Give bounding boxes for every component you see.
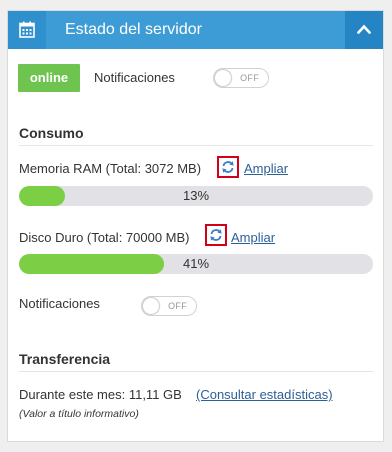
toggle-off-label: OFF [240, 73, 259, 83]
transferencia-divider [19, 371, 373, 372]
notifications-label: Notificaciones [94, 70, 175, 85]
disk-label: Disco Duro (Total: 70000 MB) [19, 230, 190, 245]
disk-progress-bar: 41% [19, 254, 373, 274]
panel-title: Estado del servidor [65, 21, 202, 38]
disk-percent: 41% [182, 256, 210, 271]
transferencia-heading: Transferencia [19, 351, 111, 367]
ram-ampliar-link[interactable]: Ampliar [244, 161, 288, 176]
stats-link[interactable]: (Consultar estadísticas) [196, 387, 333, 402]
collapse-button[interactable] [345, 11, 383, 49]
ram-label: Memoria RAM (Total: 3072 MB) [19, 161, 202, 176]
toggle-knob [215, 70, 231, 86]
server-status-panel: Estado del servidor online Notificacione… [7, 10, 384, 442]
panel-header: Estado del servidor [8, 11, 383, 49]
notifications-toggle[interactable]: OFF [213, 68, 269, 88]
ram-refresh-icon[interactable] [217, 156, 239, 178]
consumo-heading: Consumo [19, 125, 84, 141]
online-status-badge[interactable]: online [18, 64, 80, 92]
chevron-up-icon [357, 24, 371, 34]
consumo-notifications-label: Notificaciones [19, 296, 100, 311]
informative-note: (Valor a título informativo) [19, 408, 139, 420]
calendar-icon [8, 11, 46, 49]
toggle-off-label: OFF [168, 301, 187, 311]
month-transfer-label: Durante este mes: 11,11 GB [19, 387, 182, 402]
disk-refresh-icon[interactable] [205, 224, 227, 246]
toggle-knob [143, 298, 159, 314]
disk-ampliar-link[interactable]: Ampliar [231, 230, 275, 245]
consumo-notifications-toggle[interactable]: OFF [141, 296, 197, 316]
ram-progress-bar: 13% [19, 186, 373, 206]
ram-percent: 13% [182, 188, 210, 203]
consumo-divider [19, 145, 373, 146]
